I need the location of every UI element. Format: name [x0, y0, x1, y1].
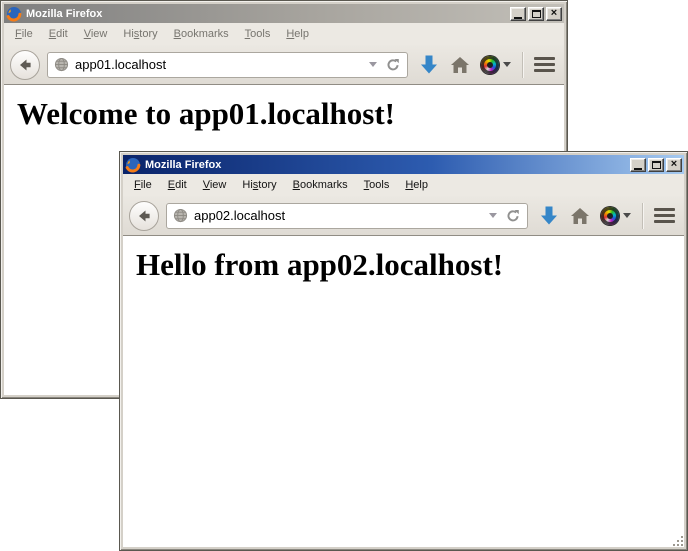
window-title: Mozilla Firefox [26, 8, 506, 20]
menu-help[interactable]: Help [278, 24, 317, 44]
maximize-button[interactable] [528, 7, 544, 21]
colorwheel-extension-button[interactable] [481, 56, 511, 74]
menu-history[interactable]: History [115, 24, 165, 44]
maximize-icon [532, 10, 541, 18]
page-heading: Hello from app02.localhost! [136, 247, 684, 283]
close-button[interactable]: × [666, 158, 682, 172]
download-button[interactable] [419, 54, 439, 75]
toolbar-separator [642, 203, 643, 229]
globe-icon [54, 57, 69, 72]
url-text: app02.localhost [194, 208, 483, 223]
download-arrow-icon [539, 205, 559, 226]
back-button[interactable] [10, 50, 40, 80]
window-controls: × [630, 158, 682, 172]
firefox-logo-icon [125, 157, 141, 173]
menu-icon [654, 208, 675, 211]
extension-dropdown-icon [623, 213, 631, 218]
window-title: Mozilla Firefox [145, 159, 626, 171]
menu-edit[interactable]: Edit [160, 175, 195, 195]
home-icon [570, 207, 590, 225]
minimize-icon [514, 17, 522, 19]
urlbar-buttons [369, 58, 400, 72]
minimize-icon [634, 168, 642, 170]
menu-bar: File Edit View History Bookmarks Tools H… [123, 174, 684, 196]
colorwheel-extension-button[interactable] [601, 207, 631, 225]
menu-edit[interactable]: Edit [41, 24, 76, 44]
titlebar[interactable]: Mozilla Firefox × [123, 155, 684, 174]
browser-window-app02: Mozilla Firefox × File Edit View History… [119, 151, 688, 551]
minimize-button[interactable] [510, 7, 526, 21]
download-arrow-icon [419, 54, 439, 75]
window-controls: × [510, 7, 562, 21]
menu-view[interactable]: View [76, 24, 116, 44]
menu-bookmarks[interactable]: Bookmarks [285, 175, 356, 195]
menu-help[interactable]: Help [397, 175, 436, 195]
page-heading: Welcome to app01.localhost! [17, 96, 564, 132]
firefox-logo-icon [6, 6, 22, 22]
menu-view[interactable]: View [195, 175, 235, 195]
url-bar[interactable]: app02.localhost [166, 203, 528, 229]
close-icon: × [671, 159, 677, 170]
urlbar-dropdown-icon[interactable] [369, 62, 377, 67]
close-icon: × [551, 8, 557, 19]
menu-history[interactable]: History [234, 175, 284, 195]
resize-grip[interactable] [671, 534, 684, 547]
home-icon [450, 56, 470, 74]
menu-bar: File Edit View History Bookmarks Tools H… [4, 23, 564, 45]
home-button[interactable] [450, 56, 470, 74]
titlebar[interactable]: Mozilla Firefox × [4, 4, 564, 23]
app-menu-button[interactable] [534, 57, 555, 72]
home-button[interactable] [570, 207, 590, 225]
extension-dropdown-icon [503, 62, 511, 67]
back-arrow-icon [17, 57, 33, 73]
reload-icon[interactable] [506, 209, 520, 223]
toolbar-separator [522, 52, 523, 78]
app-menu-button[interactable] [654, 208, 675, 223]
close-button[interactable]: × [546, 7, 562, 21]
menu-icon [534, 57, 555, 60]
menu-file[interactable]: File [126, 175, 160, 195]
url-bar[interactable]: app01.localhost [47, 52, 408, 78]
menu-tools[interactable]: Tools [356, 175, 398, 195]
maximize-button[interactable] [648, 158, 664, 172]
url-text: app01.localhost [75, 57, 363, 72]
colorwheel-icon [601, 207, 619, 225]
menu-file[interactable]: File [7, 24, 41, 44]
download-button[interactable] [539, 205, 559, 226]
navigation-toolbar: app02.localhost [123, 196, 684, 236]
back-button[interactable] [129, 201, 159, 231]
page-content: Hello from app02.localhost! [123, 236, 684, 547]
urlbar-dropdown-icon[interactable] [489, 213, 497, 218]
urlbar-buttons [489, 209, 520, 223]
globe-icon [173, 208, 188, 223]
menu-tools[interactable]: Tools [237, 24, 279, 44]
colorwheel-icon [481, 56, 499, 74]
maximize-icon [652, 161, 661, 169]
reload-icon[interactable] [386, 58, 400, 72]
back-arrow-icon [136, 208, 152, 224]
menu-bookmarks[interactable]: Bookmarks [166, 24, 237, 44]
minimize-button[interactable] [630, 158, 646, 172]
navigation-toolbar: app01.localhost [4, 45, 564, 85]
